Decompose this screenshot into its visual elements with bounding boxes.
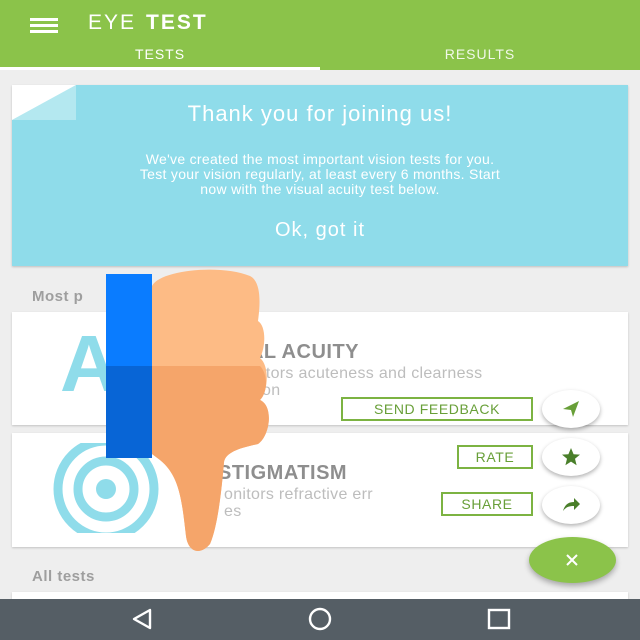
home-circle-icon[interactable] (300, 607, 340, 631)
welcome-title: Thank you for joining us! (187, 101, 453, 126)
close-fab-button[interactable] (529, 537, 616, 583)
hamburger-menu-icon[interactable] (30, 14, 60, 36)
card-description-line: itors acuteness and clearness (262, 365, 483, 382)
welcome-body-line: now with the visual acuity test below. (200, 181, 440, 197)
acuity-letter-icon: A (60, 319, 118, 408)
welcome-body-line: Test your vision regularly, at least eve… (139, 166, 501, 182)
welcome-body-line: We've created the most important vision … (145, 151, 495, 167)
send-feedback-label[interactable]: SEND FEEDBACK (341, 397, 533, 421)
welcome-body: We've created the most important vision … (52, 152, 588, 197)
rate-label[interactable]: RATE (457, 445, 533, 469)
back-triangle-icon[interactable] (122, 607, 162, 631)
card-title: STIGMATISM (218, 462, 348, 484)
test-card-visual-acuity[interactable]: A UAL ACUITY itors acuteness and clearne… (12, 312, 628, 425)
test-card-astigmatism[interactable]: STIGMATISM onitors refractive err es (12, 433, 628, 547)
recents-square-icon[interactable] (480, 607, 520, 631)
share-icon[interactable] (542, 486, 600, 524)
app-bar: EYE TEST TESTS RESULTS (0, 0, 640, 70)
send-icon[interactable] (542, 390, 600, 428)
target-icon (53, 443, 159, 533)
system-nav-bar (0, 599, 640, 640)
welcome-card: Thank you for joining us! We've created … (12, 85, 628, 266)
app-title-bold: TEST (146, 11, 208, 34)
tab-indicator (0, 67, 320, 70)
tab-results[interactable]: RESULTS (320, 46, 640, 70)
star-icon[interactable] (542, 438, 600, 476)
close-icon (566, 554, 578, 566)
section-most-popular: Most p (32, 288, 84, 305)
ok-got-it-button[interactable]: Ok, got it (220, 219, 420, 249)
app-title: EYE TEST (88, 11, 208, 35)
card-title: UAL ACUITY (234, 341, 359, 363)
app-title-light: EYE (88, 11, 137, 34)
share-label[interactable]: SHARE (441, 492, 533, 516)
section-all-tests: All tests (32, 568, 95, 585)
